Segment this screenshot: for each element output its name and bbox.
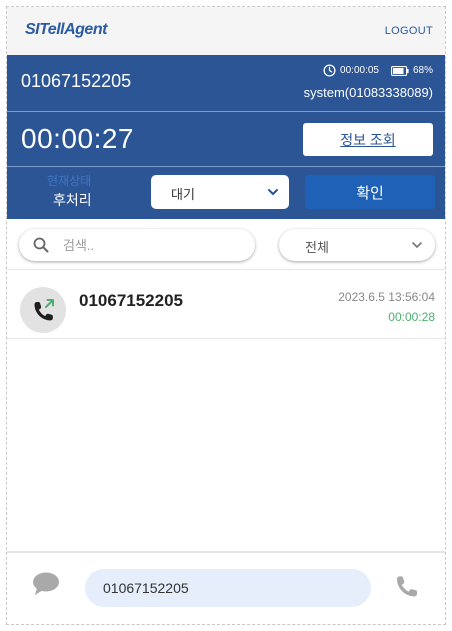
state-select[interactable]: 대기 [151, 175, 289, 209]
search-input[interactable] [63, 235, 243, 255]
state-label: 현재상태 [47, 174, 92, 188]
outgoing-call-icon [34, 299, 54, 321]
phone-icon[interactable] [393, 573, 419, 599]
call-direction-avatar [20, 287, 66, 333]
dial-field [85, 569, 371, 607]
confirm-button[interactable]: 확인 [305, 175, 435, 209]
dialer-bar [7, 553, 445, 624]
battery-icon [391, 65, 409, 76]
status-line: 00:00:05 68% [323, 64, 433, 77]
caller-row: 01067152205 00:00:05 68% system(01083338… [7, 55, 445, 112]
search-icon [33, 237, 49, 253]
app-window: SITellAgent LOGOUT 01067152205 00:00:05 … [6, 6, 446, 625]
list-top-divider [7, 269, 445, 270]
info-lookup-button[interactable]: 정보 조회 [303, 123, 433, 156]
system-user: system(01083338089) [303, 85, 433, 100]
logout-link[interactable]: LOGOUT [385, 25, 433, 37]
call-panel: 01067152205 00:00:05 68% system(01083338… [7, 55, 445, 219]
state-value: 후처리 [53, 192, 92, 208]
app-logo: SITellAgent [25, 21, 107, 38]
chat-icon[interactable] [31, 571, 61, 597]
call-number: 01067152205 [79, 291, 184, 310]
call-datetime: 2023.6.5 13:56:04 [338, 290, 435, 304]
caller-number: 01067152205 [21, 71, 132, 91]
call-list-item[interactable]: 01067152205 2023.6.5 13:56:04 00:00:28 [7, 273, 445, 339]
state-row: 현재상태 후처리 대기 확인 [7, 168, 445, 219]
state-select-value: 대기 [171, 187, 195, 202]
clock-icon [323, 64, 336, 77]
filter-select-value: 전체 [305, 240, 329, 255]
elapsed-small: 00:00:05 [340, 65, 379, 76]
top-bar: SITellAgent LOGOUT [7, 7, 445, 55]
call-duration: 00:00:28 [388, 310, 435, 324]
dial-number-input[interactable] [103, 578, 353, 598]
chevron-down-icon [412, 242, 422, 248]
search-box [19, 229, 255, 261]
filter-select[interactable]: 전체 [279, 229, 435, 261]
call-timer: 00:00:27 [21, 123, 134, 154]
timer-row: 00:00:27 정보 조회 [7, 113, 445, 167]
battery-level: 68% [412, 65, 433, 76]
chevron-down-icon [268, 189, 278, 195]
